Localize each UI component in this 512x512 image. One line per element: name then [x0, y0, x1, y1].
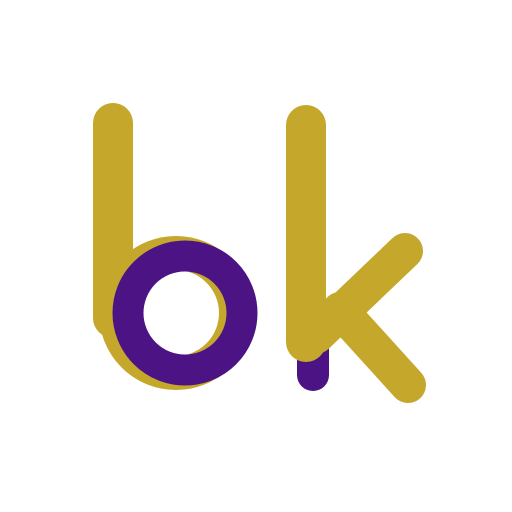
- letter-k-lower-leg: [322, 292, 426, 403]
- bk-monogram-icon: [93, 103, 426, 403]
- app-icon-canvas: bk: [0, 0, 512, 512]
